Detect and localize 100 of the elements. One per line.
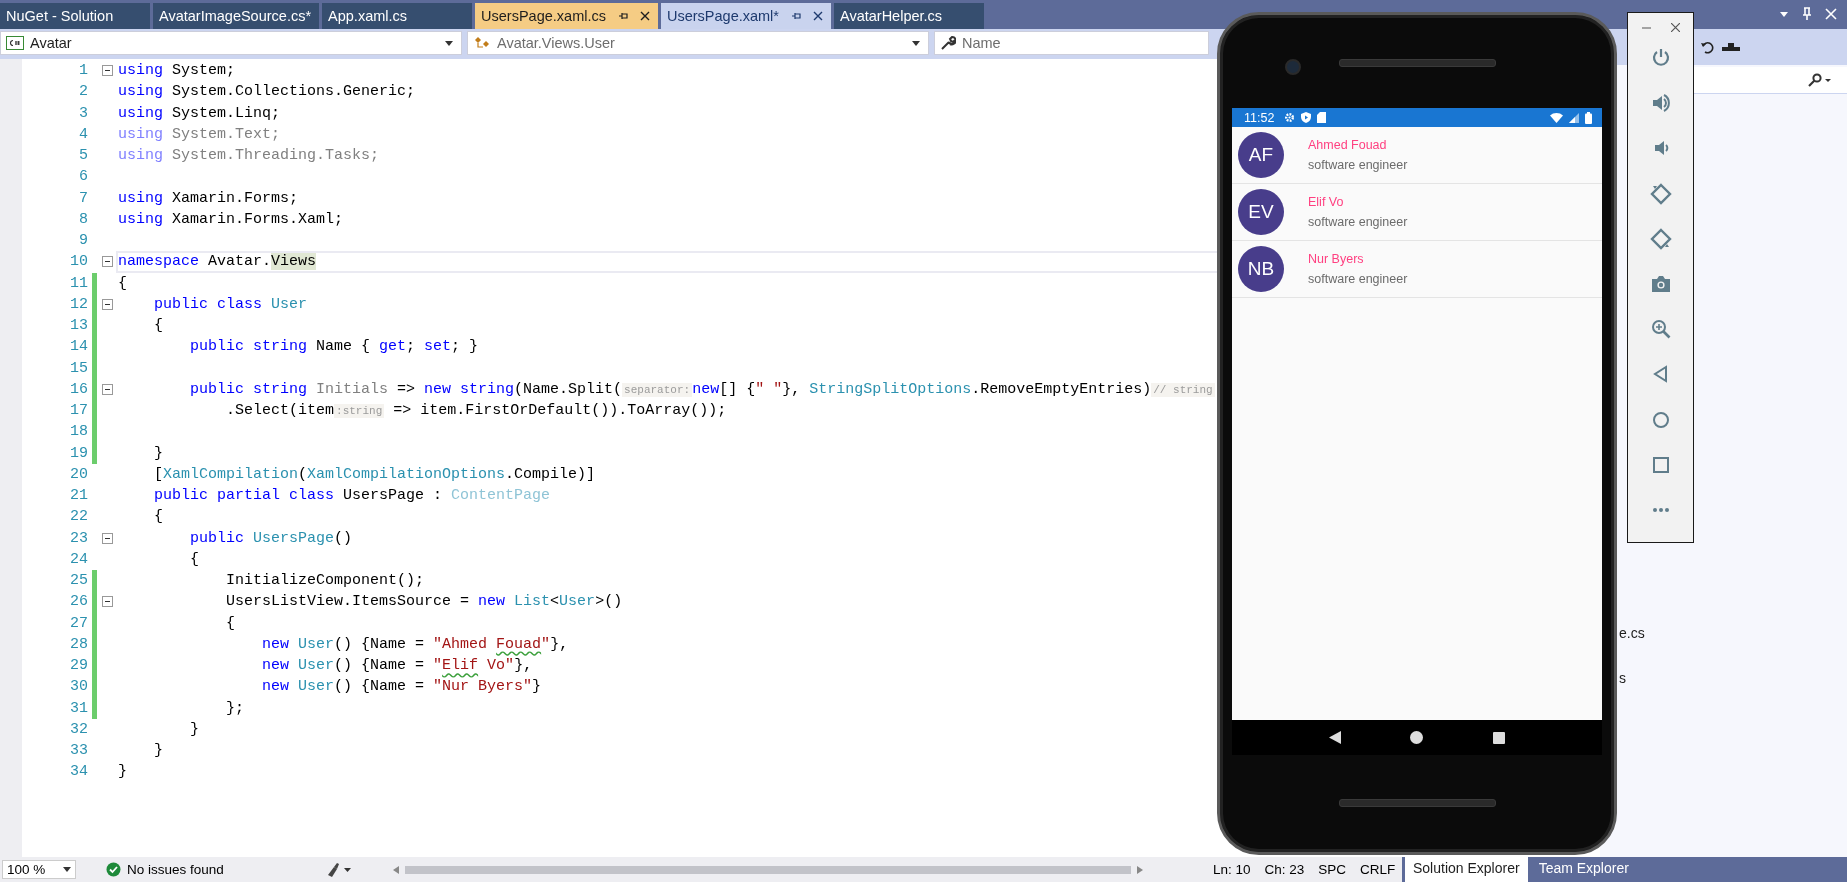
brush-icon[interactable] [325,861,353,878]
signal-icon [1569,112,1579,123]
line-number: 23 [69,529,88,547]
caret-icon [445,40,453,46]
pin-icon[interactable] [791,11,801,21]
code-line: } [189,720,199,738]
code-line: } [153,444,163,462]
dropdown-icon[interactable] [1779,9,1789,19]
code-line: .Select(item:string => item.FirstOrDefault()).ToArray()); [225,402,727,420]
collapse-icon[interactable] [101,383,113,395]
user-list-item[interactable]: NB Nur Byers software engineer [1232,241,1602,298]
horizontal-scrollbar[interactable] [393,865,1143,874]
line-number: 19 [69,444,88,462]
close-icon[interactable] [639,11,650,21]
line-number: 24 [69,550,88,568]
code-line: { [118,274,127,292]
undo-arrow-icon[interactable] [1700,40,1714,54]
code-line: { [189,550,199,568]
zoom-in-icon [1649,318,1672,341]
camera-lens [1285,59,1301,75]
code-line: using System.Linq; [118,104,281,122]
user-name: Ahmed Fouad [1308,138,1388,152]
line-number: 9 [78,232,88,250]
line-number: 6 [78,168,88,186]
user-list-item[interactable]: EV Elif Vo software engineer [1232,184,1602,241]
home-icon[interactable] [1410,731,1424,744]
more-icon [1652,507,1669,512]
zoom-dropdown[interactable]: 100 % [2,860,76,879]
type-dropdown[interactable]: Avatar.Views.User [467,31,929,55]
close-icon[interactable] [1670,22,1680,32]
collapse-icon[interactable] [101,298,113,310]
code-line: InitializeComponent(); [225,572,425,590]
line-number: 5 [78,147,88,165]
indent-indicator[interactable]: SPC [1318,862,1347,877]
collapse-icon[interactable] [101,596,113,608]
code-line: [XamlCompilation(XamlCompilationOptions.Compile)] [153,465,596,483]
collapse-icon[interactable] [101,256,113,268]
wrench-icon [940,35,956,51]
document-tab[interactable]: AvatarHelper.cs [834,3,984,29]
collapse-icon[interactable] [101,532,113,544]
sd-card-icon [1317,112,1327,123]
member-dropdown[interactable]: Name [934,31,1209,55]
code-line: using System.Text; [118,125,281,143]
search-icon [1807,73,1831,87]
code-line: }; [225,699,245,717]
line-number: 20 [69,465,88,483]
tool-window-tab[interactable]: Solution Explorer [1405,857,1528,882]
line-number: 7 [78,189,88,207]
line-number: 15 [69,359,88,377]
scroll-left-icon[interactable] [393,865,399,874]
collapse-icon[interactable] [101,65,113,77]
code-line: } [118,763,127,781]
search-field[interactable] [1694,67,1847,94]
tree-item[interactable]: s [1619,670,1626,687]
document-tab[interactable]: NuGet - Solution [0,3,150,29]
document-tab[interactable]: UsersPage.xaml* [660,3,831,29]
line-number: 16 [69,380,88,398]
overview-icon[interactable] [1493,731,1506,744]
code-line: public UsersPage() [189,529,353,547]
rotate-icon [1649,182,1672,205]
code-line: UsersListView.ItemsSource = new List<User>() [225,593,623,611]
project-dropdown[interactable]: Avatar [0,31,462,55]
class-icon [473,35,491,51]
close-icon[interactable] [813,11,823,21]
line-number: 10 [69,253,88,271]
line-number: 4 [78,125,88,143]
line-number: 3 [78,104,88,122]
document-tab[interactable]: AvatarImageSource.cs* [153,3,320,29]
code-line: new User() {Name = "Nur Byers"} [261,678,542,696]
line-number: 11 [69,274,88,292]
scroll-right-icon[interactable] [1137,865,1143,874]
line-number: 1 [78,62,88,80]
caret-icon [912,40,920,46]
code-line: public class User [153,295,308,313]
document-tab[interactable]: UsersPage.xaml.cs [475,3,658,29]
line-indicator: Ln: 10 [1213,862,1251,877]
line-number: 33 [69,742,88,760]
clock-text: 11:52 [1244,110,1275,125]
code-line: new User() {Name = "Ahmed Fouad"}, [261,635,569,653]
pin-icon[interactable] [617,11,628,21]
caret-icon [63,867,71,872]
user-name: Elif Vo [1308,195,1345,209]
collapse-all-icon[interactable] [1722,43,1740,51]
code-line: { [153,508,163,526]
line-number: 29 [69,657,88,675]
user-list-item[interactable]: AF Ahmed Fouad software engineer [1232,127,1602,184]
issues-status[interactable]: No issues found [127,862,277,877]
document-tab[interactable]: App.xaml.cs [322,3,473,29]
shield-icon [1301,112,1312,123]
line-ending-indicator[interactable]: CRLF [1360,862,1396,877]
line-number: 25 [69,572,88,590]
back-icon[interactable] [1328,731,1341,744]
tree-item[interactable]: e.cs [1619,625,1645,642]
code-line: new User() {Name = "Elif Vo"}, [261,657,533,675]
gear-icon [1284,112,1296,123]
code-line: using System.Threading.Tasks; [118,147,380,165]
user-title: software engineer [1308,272,1408,286]
line-number: 13 [69,317,88,335]
line-number: 2 [78,83,88,101]
line-number: 27 [69,614,88,632]
